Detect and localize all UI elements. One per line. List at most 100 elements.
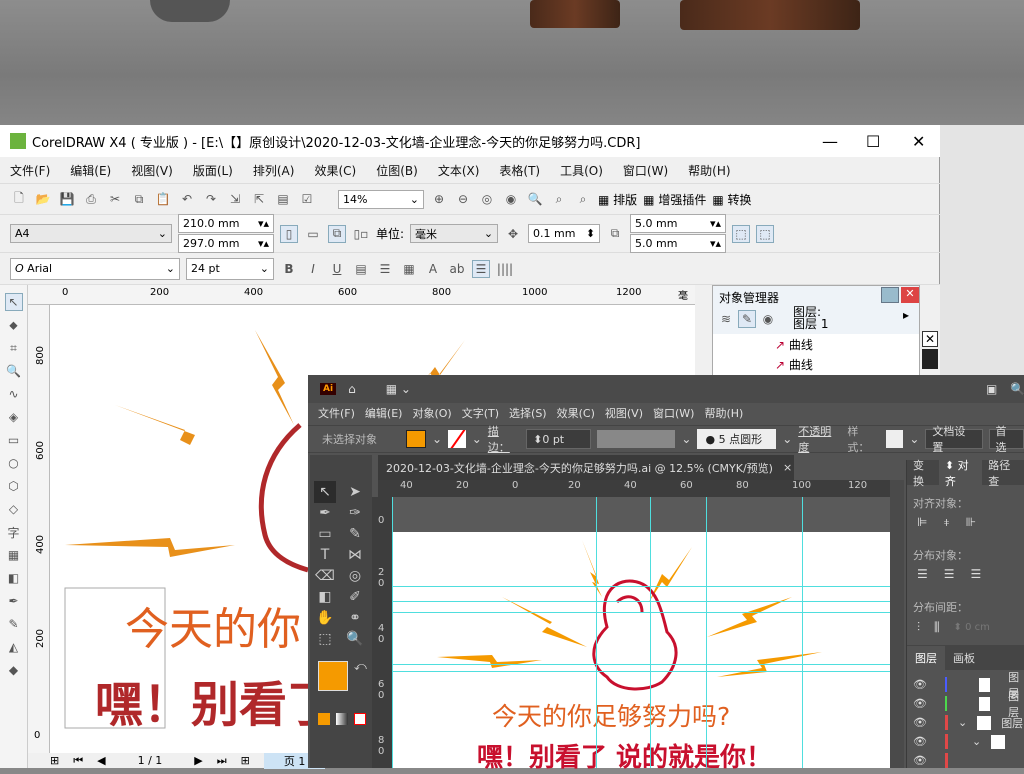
tab-artboards[interactable]: 画板 [945, 650, 983, 666]
plugin-convert-button[interactable]: ▦ 转换 [712, 191, 751, 208]
sublayer-row[interactable]: 👁 [913, 751, 1024, 770]
next-page-icon[interactable]: ▶ [194, 754, 202, 767]
close-button[interactable]: ✕ [912, 132, 925, 151]
interactive-fill-icon[interactable]: ◆ [5, 661, 23, 679]
dropcap-icon[interactable]: ▦ [400, 260, 418, 278]
treat-as-filled-button[interactable]: ⬚ [732, 225, 750, 243]
swap-colors-icon[interactable]: ⤺ [354, 659, 367, 674]
ellipse-tool-icon[interactable]: ○ [5, 454, 23, 472]
interactive-tool-icon[interactable]: ◧ [5, 569, 23, 587]
guide-line[interactable] [596, 497, 597, 768]
menu-table[interactable]: 表格(T) [499, 162, 540, 179]
list-item[interactable]: ↗ 曲线 [775, 356, 813, 373]
crop-tool-icon[interactable]: ⌗ [5, 339, 23, 357]
duplicate-x-input[interactable]: 5.0 mm▾▴ [630, 214, 726, 233]
align-icon[interactable]: ▤ [352, 260, 370, 278]
add-page-icon[interactable]: ⊞ [50, 754, 59, 767]
visibility-eye-icon[interactable]: 👁 [913, 678, 927, 691]
stroke-weight-input[interactable]: ⬍ 0 pt [526, 429, 591, 449]
outline-tool-icon[interactable]: ✎ [5, 615, 23, 633]
font-size-select[interactable]: 24 pt⌄ [186, 258, 274, 280]
stroke-label[interactable]: 描边： [488, 423, 520, 455]
text-tool-icon[interactable]: 字 [5, 523, 23, 541]
color-mode-icon[interactable] [318, 713, 330, 725]
visibility-eye-icon[interactable]: 👁 [913, 697, 927, 710]
preferences-button[interactable]: 首选 [989, 429, 1024, 449]
table-tool-icon[interactable]: ▦ [5, 546, 23, 564]
ai-vertical-ruler[interactable]: 02 04 06 08 0 [372, 497, 392, 768]
last-page-icon[interactable]: ⏭ [217, 754, 227, 768]
zoom-page-icon[interactable]: 🔍 [526, 190, 544, 208]
add-page-end-icon[interactable]: ⊞ [241, 754, 250, 767]
stroke-dropdown[interactable]: ⌄ [472, 432, 482, 446]
plugin-enhance-button[interactable]: ▦ 增强插件 [643, 191, 706, 208]
search-icon[interactable]: 🔍 [1010, 382, 1024, 396]
copy-icon[interactable]: ⧉ [130, 190, 148, 208]
freehand-tool-icon[interactable]: ∿ [5, 385, 23, 403]
ai-menu-type[interactable]: 文字(T) [462, 405, 499, 421]
puppet-warp-icon[interactable]: ✋ [314, 607, 336, 629]
visibility-eye-icon[interactable]: 👁 [913, 754, 927, 767]
guide-line[interactable] [650, 497, 651, 768]
curvature-tool-icon[interactable]: ✑ [344, 502, 366, 524]
open-icon[interactable]: 📂 [34, 190, 52, 208]
ai-menu-select[interactable]: 选择(S) [509, 405, 547, 421]
rectangle-tool-icon[interactable]: ▭ [5, 431, 23, 449]
black-swatch[interactable] [922, 349, 938, 369]
underline-icon[interactable]: U [328, 260, 346, 278]
text-format-icon[interactable]: A [424, 260, 442, 278]
workspace-switcher-icon[interactable]: ▦ ⌄ [386, 382, 411, 396]
reflect-tool-icon[interactable]: ⋈ [344, 544, 366, 566]
bullet-icon[interactable]: ☰ [376, 260, 394, 278]
landscape-button[interactable]: ▭ [304, 225, 322, 243]
ai-horizontal-ruler[interactable]: 4020020406080100120 [378, 480, 893, 497]
horizontal-ruler[interactable]: 020040060080010001200毫米 [28, 285, 695, 305]
ai-menu-object[interactable]: 对象(O) [412, 405, 451, 421]
ai-menu-file[interactable]: 文件(F) [318, 405, 355, 421]
horizontal-text-icon[interactable]: ☰ [472, 260, 490, 278]
tab-pathfinder[interactable]: 路径查 [982, 457, 1024, 489]
nudge-input[interactable]: 0.1 mm⬍ [528, 224, 600, 243]
selection-tool-icon[interactable]: ↖ [314, 481, 336, 503]
snap-button[interactable]: ⬚ [756, 225, 774, 243]
vertical-spacing-icon[interactable]: ⫶ [917, 620, 920, 635]
panel-close-button[interactable]: ✕ [901, 287, 919, 303]
guide-line[interactable] [392, 601, 890, 602]
brush-select[interactable]: ● 5 点圆形 [697, 429, 776, 449]
guide-line[interactable] [706, 497, 707, 768]
font-select[interactable]: O Arial⌄ [10, 258, 180, 280]
menu-tools[interactable]: 工具(O) [560, 162, 603, 179]
horizontal-spacing-icon[interactable]: ⫼ [934, 620, 940, 635]
shape-tool-icon[interactable]: ⬥ [5, 316, 23, 334]
current-page-button[interactable]: ▯▫ [352, 225, 370, 243]
italic-icon[interactable]: I [304, 260, 322, 278]
style-swatch[interactable] [886, 430, 904, 448]
eyedropper-tool-icon[interactable]: ✐ [344, 586, 366, 608]
distribute-top-icon[interactable]: ☰ [917, 567, 928, 581]
gradient-mode-icon[interactable] [336, 713, 348, 725]
checklist-icon[interactable]: ☑ [298, 190, 316, 208]
document-setup-button[interactable]: 文档设置 [925, 429, 982, 449]
menu-bitmaps[interactable]: 位图(B) [376, 162, 418, 179]
fill-color-swatch[interactable] [318, 661, 348, 691]
align-right-icon[interactable]: ⊪ [966, 515, 976, 530]
basic-shapes-icon[interactable]: ◇ [5, 500, 23, 518]
edit-across-layers-icon[interactable]: ✎ [738, 310, 756, 328]
undo-icon[interactable]: ↶ [178, 190, 196, 208]
close-tab-icon[interactable]: × [783, 461, 792, 474]
zoom-all-icon[interactable]: ◉ [502, 190, 520, 208]
menu-view[interactable]: 视图(V) [131, 162, 173, 179]
smart-fill-icon[interactable]: ◈ [5, 408, 23, 426]
edit-text-icon[interactable]: ab [448, 260, 466, 278]
menu-text[interactable]: 文本(X) [438, 162, 480, 179]
pen-tool-icon[interactable]: ✒ [314, 502, 336, 524]
all-pages-button[interactable]: ⧉ [328, 225, 346, 243]
duplicate-y-input[interactable]: 5.0 mm▾▴ [630, 234, 726, 253]
distribute-center-icon[interactable]: ☰ [944, 567, 955, 581]
menu-effects[interactable]: 效果(C) [314, 162, 356, 179]
menu-edit[interactable]: 编辑(E) [70, 162, 111, 179]
panel-minimize-button[interactable] [881, 287, 899, 303]
list-item[interactable]: ↗ 曲线 [775, 336, 813, 353]
fill-dropdown[interactable]: ⌄ [432, 432, 442, 446]
first-page-icon[interactable]: ⏮ [73, 754, 83, 768]
